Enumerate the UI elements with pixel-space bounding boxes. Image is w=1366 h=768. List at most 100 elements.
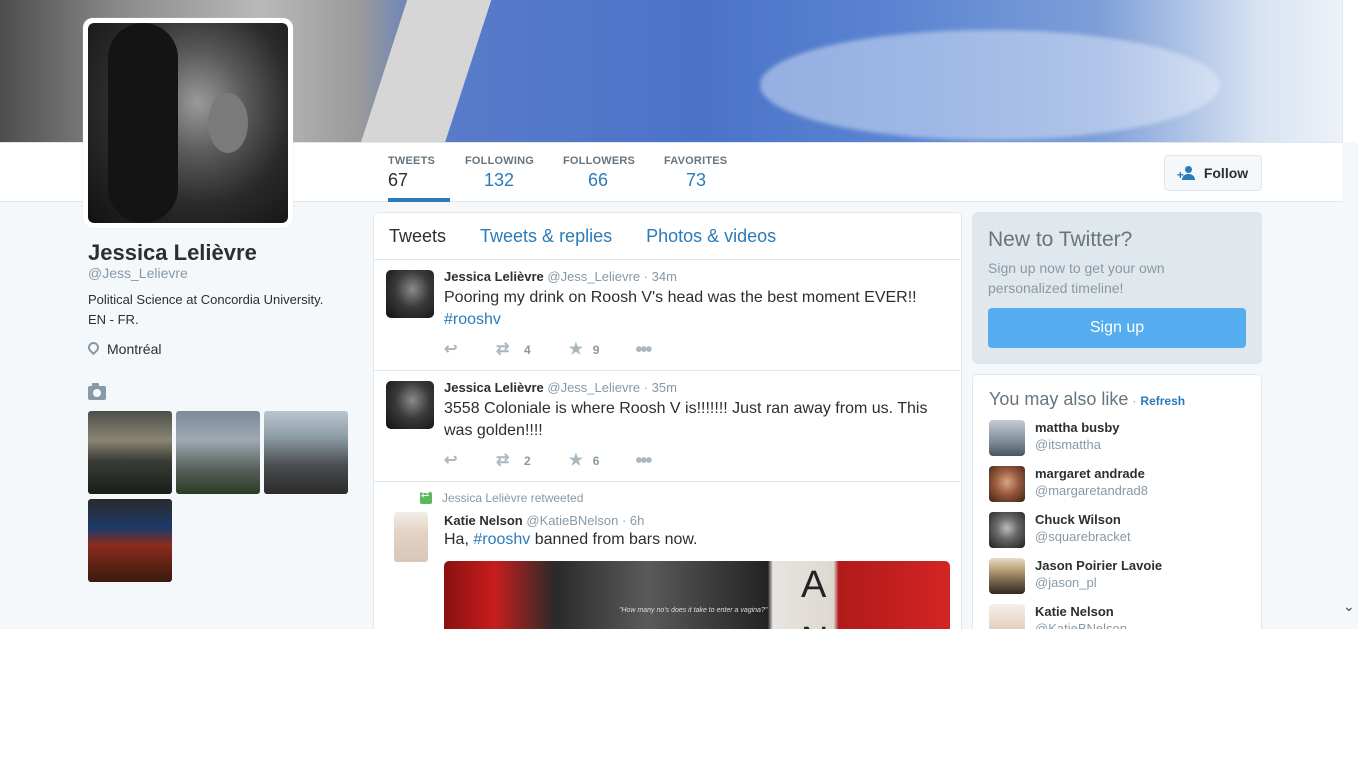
avatar[interactable] — [989, 420, 1025, 456]
tweet-header: Jessica Lelièvre @Jess_Lelievre · 35m — [444, 380, 677, 395]
stat-tweets-value: 67 — [388, 170, 409, 190]
media-caption: "How many no's does it take to enter a v… — [619, 607, 768, 614]
tab-tweets-replies[interactable]: Tweets & replies — [480, 226, 612, 247]
suggested-user-handle[interactable]: @KatieBNelson — [1035, 620, 1127, 629]
suggested-user-name[interactable]: Chuck Wilson — [1035, 512, 1131, 528]
tweet-avatar[interactable] — [386, 381, 434, 429]
reply-icon — [444, 339, 460, 359]
retweet-context-label[interactable]: Jessica Lelièvre retweeted — [442, 491, 583, 505]
profile-location: Montréal — [88, 341, 161, 357]
photo-thumbnail[interactable] — [264, 411, 348, 494]
retweet-count: 2 — [524, 454, 531, 468]
follow-button[interactable]: + Follow — [1164, 155, 1262, 191]
suggested-user[interactable]: Katie Nelson @KatieBNelson — [989, 604, 1245, 629]
suggestions-module: You may also like · Refresh mattha busby… — [972, 374, 1262, 629]
signup-title: New to Twitter? — [988, 228, 1133, 251]
header-edge — [1342, 0, 1358, 142]
stat-followers[interactable]: FOLLOWERS 66 — [563, 143, 635, 202]
stat-favorites-label: FAVORITES — [664, 155, 728, 167]
star-icon — [569, 339, 585, 359]
tweet-author-name[interactable]: Jessica Lelièvre — [444, 269, 544, 284]
follow-button-label: Follow — [1203, 165, 1249, 181]
more-options-icon[interactable]: ••• — [635, 451, 652, 471]
suggested-user-name[interactable]: Katie Nelson — [1035, 604, 1127, 620]
stat-followers-label: FOLLOWERS — [563, 155, 636, 167]
tweet-avatar[interactable] — [394, 512, 428, 562]
tweet[interactable]: Jessica Lelièvre @Jess_Lelievre · 34m Po… — [374, 260, 961, 371]
reply-icon — [444, 450, 460, 470]
retweet-button[interactable]: 2 — [496, 450, 531, 470]
follow-user-icon: + — [1177, 166, 1196, 181]
suggested-user-name[interactable]: margaret andrade — [1035, 466, 1148, 482]
more-options-icon[interactable]: ••• — [635, 340, 652, 360]
signup-button[interactable]: Sign up — [988, 308, 1246, 348]
photo-thumbnail[interactable] — [88, 411, 172, 494]
tweet-timestamp[interactable]: · 6h — [622, 513, 644, 528]
profile-name[interactable]: Jessica Lelièvre — [88, 240, 257, 266]
tweet-header: Jessica Lelièvre @Jess_Lelievre · 34m — [444, 269, 677, 284]
suggestions-header: You may also like · Refresh — [989, 389, 1245, 410]
tweet-author-name[interactable]: Katie Nelson — [444, 513, 523, 528]
avatar[interactable] — [989, 558, 1025, 594]
avatar[interactable] — [989, 604, 1025, 629]
avatar[interactable] — [989, 512, 1025, 548]
tweet-timestamp[interactable]: · 35m — [644, 380, 677, 395]
photo-thumbnail[interactable] — [88, 499, 172, 582]
tweet-author-handle[interactable]: @KatieBNelson — [526, 513, 618, 528]
stat-tweets-label: TWEETS — [388, 155, 436, 167]
tweet-header: Katie Nelson @KatieBNelson · 6h — [444, 513, 644, 528]
photo-thumbnail[interactable] — [176, 411, 260, 494]
retweet-count: 4 — [524, 343, 531, 357]
scroll-down-chevron-icon[interactable]: ⌄ — [1343, 598, 1355, 615]
favorite-count: 6 — [592, 454, 600, 468]
profile-handle[interactable]: @Jess_Lelievre — [88, 265, 188, 281]
suggested-user[interactable]: mattha busby @itsmattha — [989, 420, 1245, 456]
stat-tweets[interactable]: TWEETS 67 — [388, 143, 450, 202]
retweet-button[interactable]: 4 — [496, 339, 531, 359]
suggested-user-name[interactable]: Jason Poirier Lavoie — [1035, 558, 1162, 574]
suggested-user-handle[interactable]: @margaretandrad8 — [1035, 482, 1148, 500]
stat-favorites-value: 73 — [686, 170, 707, 190]
retweet-badge-icon — [420, 489, 432, 504]
tweet-actions: 2 6 ••• — [444, 450, 652, 471]
suggested-user[interactable]: margaret andrade @margaretandrad8 — [989, 466, 1245, 502]
favorite-button[interactable]: 6 — [569, 450, 600, 470]
tweet-author-name[interactable]: Jessica Lelièvre — [444, 380, 544, 395]
tweet-body-end: banned from bars now. — [530, 531, 698, 548]
profile-avatar[interactable] — [83, 18, 293, 228]
refresh-link[interactable]: Refresh — [1140, 394, 1185, 408]
tweet[interactable]: Jessica Lelièvre @Jess_Lelievre · 35m 35… — [374, 371, 961, 482]
suggested-user[interactable]: Chuck Wilson @squarebracket — [989, 512, 1245, 548]
tab-tweets[interactable]: Tweets — [389, 226, 446, 247]
suggestions-separator: · — [1132, 394, 1137, 408]
stat-followers-value: 66 — [588, 170, 609, 190]
stream-tabs: Tweets Tweets & replies Photos & videos — [374, 213, 961, 260]
reply-button[interactable] — [444, 339, 460, 359]
tweet-author-handle[interactable]: @Jess_Lelievre — [547, 380, 640, 395]
stat-following[interactable]: FOLLOWING 132 — [465, 143, 534, 202]
tweet-avatar[interactable] — [386, 270, 434, 318]
retweet-icon — [496, 339, 516, 359]
signup-module: New to Twitter? Sign up now to get your … — [972, 212, 1262, 364]
stat-favorites[interactable]: FAVORITES 73 — [664, 143, 727, 202]
tweet[interactable]: Jessica Lelièvre retweeted Katie Nelson … — [374, 482, 961, 629]
hashtag-link[interactable]: #rooshv — [444, 311, 501, 328]
media-letters: A N — [801, 564, 828, 629]
tweet-body-start: Ha, — [444, 531, 474, 548]
suggested-user[interactable]: Jason Poirier Lavoie @jason_pl — [989, 558, 1245, 594]
suggested-user-name[interactable]: mattha busby — [1035, 420, 1120, 436]
suggested-user-handle[interactable]: @squarebracket — [1035, 528, 1131, 546]
avatar[interactable] — [989, 466, 1025, 502]
retweet-icon — [496, 450, 516, 470]
reply-button[interactable] — [444, 450, 460, 470]
tweet-media-image[interactable]: "How many no's does it take to enter a v… — [444, 561, 950, 629]
suggested-user-handle[interactable]: @jason_pl — [1035, 574, 1162, 592]
tweet-author-handle[interactable]: @Jess_Lelievre — [547, 269, 640, 284]
suggestions-title: You may also like — [989, 389, 1129, 409]
favorite-button[interactable]: 9 — [569, 339, 600, 359]
camera-icon[interactable] — [88, 383, 106, 400]
tab-photos-videos[interactable]: Photos & videos — [646, 226, 776, 247]
tweet-timestamp[interactable]: · 34m — [644, 269, 677, 284]
hashtag-link[interactable]: #rooshv — [473, 531, 530, 548]
suggested-user-handle[interactable]: @itsmattha — [1035, 436, 1120, 454]
